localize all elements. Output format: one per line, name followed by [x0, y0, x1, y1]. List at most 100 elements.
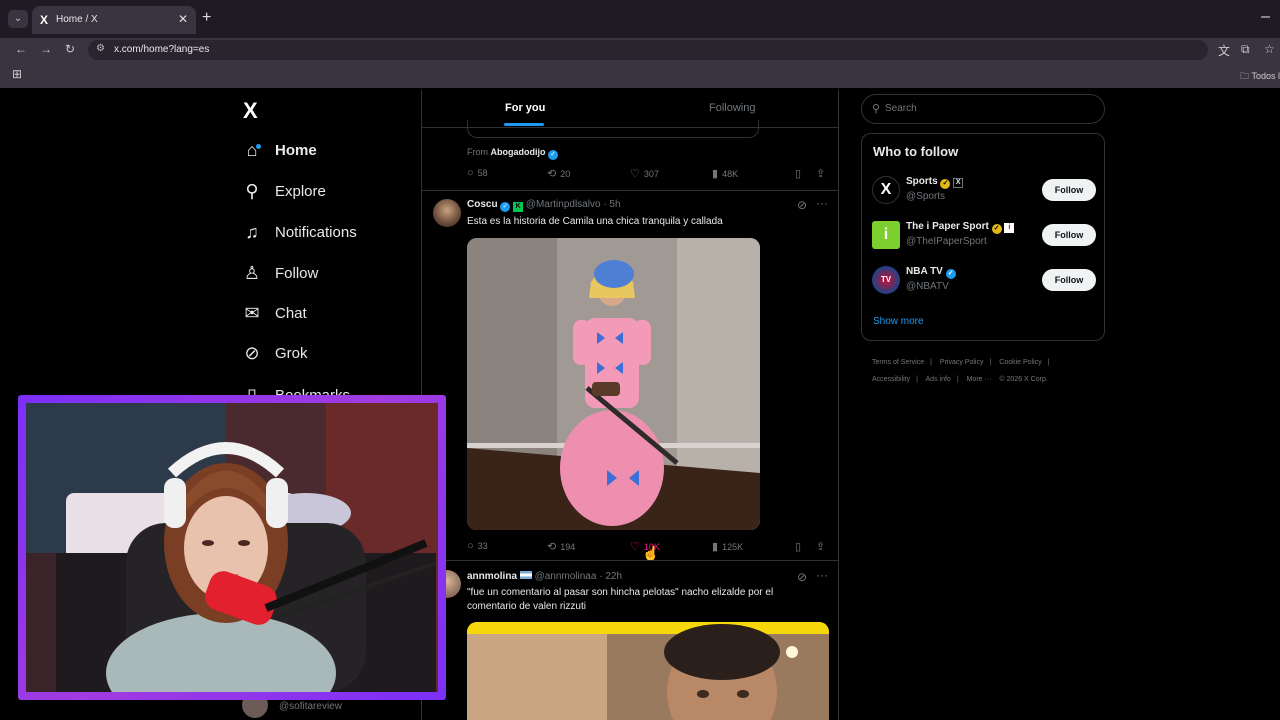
follow-button[interactable]: Follow	[1042, 269, 1096, 291]
footer-separator: |	[989, 359, 992, 366]
grok-icon: ⊘	[244, 342, 260, 363]
tab-following[interactable]: Following	[709, 102, 755, 114]
more-options-icon[interactable]: ···	[816, 568, 828, 582]
heart-icon: ♡	[630, 541, 640, 553]
views-button[interactable]: ▮ 125K	[712, 540, 743, 553]
post-image[interactable]	[467, 238, 760, 530]
show-more-link[interactable]: Show more	[873, 316, 924, 327]
post-time[interactable]: · 22h	[599, 571, 622, 582]
close-tab-icon[interactable]: ✕	[178, 12, 188, 26]
like-count: 307	[643, 168, 659, 179]
nav-home[interactable]: ⌂ Home	[242, 135, 317, 165]
nav-grok[interactable]: ⊘ Grok	[242, 338, 308, 368]
nav-follow[interactable]: ♙ Follow	[242, 258, 318, 288]
suggested-account[interactable]: i The i Paper Sport ✓ i @TheIPaperSport …	[872, 219, 1096, 251]
ipaper-logo-icon: i	[872, 221, 900, 249]
folder-icon: 🗀	[1240, 71, 1252, 81]
views-button[interactable]: ▮ 48K	[712, 167, 738, 180]
search-box[interactable]: ⚲ Search	[861, 94, 1105, 124]
reply-button[interactable]: ○ 58	[467, 167, 488, 179]
affiliate-x-badge-icon: X	[953, 178, 964, 188]
site-info-icon[interactable]: ⚙	[96, 43, 105, 54]
post-time[interactable]: · 5h	[603, 199, 620, 210]
footer-more-link[interactable]: More ···	[967, 376, 992, 383]
share-icon[interactable]: ⇪	[816, 540, 825, 553]
follow-button[interactable]: Follow	[1042, 224, 1096, 246]
repost-count: 194	[560, 541, 576, 552]
nav-grok-label: Grok	[275, 344, 308, 362]
tab-list-dropdown-icon[interactable]: ⌄	[8, 10, 28, 28]
nav-explore[interactable]: ⚲ Explore	[242, 176, 326, 206]
views-count: 125K	[722, 541, 744, 552]
footer-link[interactable]: Terms of Service	[872, 359, 924, 366]
footer-links: Terms of Service | Privacy Policy | Cookie…	[872, 354, 1102, 388]
author-avatar[interactable]	[433, 199, 461, 227]
author-name[interactable]: annmolina	[467, 571, 517, 582]
apps-grid-icon[interactable]: ⊞	[12, 67, 22, 81]
back-icon[interactable]: ←	[15, 42, 27, 56]
url-bar[interactable]: ⚙ x.com/home?lang=es	[88, 40, 1208, 60]
author-name[interactable]: Coscu	[467, 199, 498, 210]
verified-badge-icon: ✓	[500, 202, 511, 212]
grok-analyze-icon[interactable]: ⊘	[797, 570, 807, 584]
repost-button[interactable]: ⟲ 20	[547, 167, 570, 180]
new-tab-icon[interactable]: +	[202, 9, 211, 27]
video-frame	[467, 622, 829, 720]
views-chart-icon: ▮	[712, 541, 719, 553]
account-name-row: The i Paper Sport ✓ i	[906, 221, 1015, 234]
author-handle[interactable]: @annmolinaa	[535, 571, 597, 582]
affiliate-badge-icon[interactable]: K	[513, 202, 524, 212]
reply-button[interactable]: ○ 33	[467, 540, 488, 552]
heart-icon: ♡	[630, 168, 640, 180]
footer-separator: |	[956, 376, 959, 383]
suggested-account[interactable]: X Sports ✓ X @Sports Follow	[872, 174, 1096, 206]
footer-link[interactable]: Cookie Policy	[999, 359, 1041, 366]
affiliate-badge-icon: i	[1004, 223, 1015, 233]
post-video[interactable]	[467, 622, 829, 720]
url-text[interactable]: x.com/home?lang=es	[114, 44, 209, 55]
webcam-feed	[26, 403, 438, 692]
from-name: Abogadodijo	[490, 147, 546, 157]
bookmark-icon[interactable]: ▯	[795, 540, 801, 553]
bookmark-icon[interactable]: ▯	[795, 167, 801, 180]
all-bookmarks-folder[interactable]: 🗀 Todos l	[1240, 69, 1280, 85]
profile-handle[interactable]: @sofitareview	[279, 701, 342, 712]
reload-icon[interactable]: ↻	[65, 42, 75, 56]
account-name-row: Sports ✓ X	[906, 176, 964, 189]
account-name: Sports	[906, 176, 938, 187]
like-button[interactable]: ♡ 307	[630, 167, 659, 180]
nav-notifications[interactable]: ♫ Notifications	[242, 217, 356, 247]
author-handle[interactable]: @Martinpdlsalvo	[526, 199, 601, 210]
tab-for-you[interactable]: For you	[505, 102, 545, 114]
footer-link[interactable]: Ads info	[926, 376, 951, 383]
share-icon[interactable]: ⇪	[816, 167, 825, 180]
notification-dot	[256, 143, 261, 149]
translate-icon[interactable]: 文	[1218, 42, 1230, 59]
forward-icon[interactable]: →	[40, 42, 52, 56]
verified-gold-badge-icon: ✓	[940, 179, 951, 189]
who-to-follow-title: Who to follow	[873, 144, 959, 159]
reply-count: 33	[477, 541, 488, 551]
grok-analyze-icon[interactable]: ⊘	[797, 198, 807, 212]
cast-icon[interactable]: ⧉	[1241, 42, 1250, 57]
quoted-post-card[interactable]	[467, 120, 759, 138]
suggested-account[interactable]: TV NBA TV ✓ @NBATV Follow	[872, 264, 1096, 296]
verified-badge-icon: ✓	[945, 269, 956, 279]
more-options-icon[interactable]: ···	[816, 196, 828, 210]
repost-button[interactable]: ⟲ 194	[547, 540, 575, 553]
bookmark-star-icon[interactable]: ☆	[1264, 42, 1275, 56]
follow-button[interactable]: Follow	[1042, 179, 1096, 201]
post-header: annmolina @annmolinaa · 22h	[467, 571, 622, 582]
from-attribution[interactable]: From Abogadodijo ✓	[467, 147, 559, 160]
account-name: The i Paper Sport	[906, 221, 989, 232]
x-logo-icon[interactable]: X	[243, 98, 258, 124]
nav-chat[interactable]: ✉ Chat	[242, 298, 306, 328]
browser-tab[interactable]: X Home / X ✕	[32, 6, 196, 34]
nav-explore-label: Explore	[275, 182, 326, 200]
search-icon: ⚲	[245, 180, 259, 201]
nav-home-label: Home	[275, 141, 317, 159]
minimize-window-icon[interactable]: –	[1261, 8, 1270, 26]
footer-link[interactable]: Privacy Policy	[940, 359, 984, 366]
reply-icon: ○	[467, 167, 474, 179]
footer-link[interactable]: Accessibility	[872, 376, 910, 383]
